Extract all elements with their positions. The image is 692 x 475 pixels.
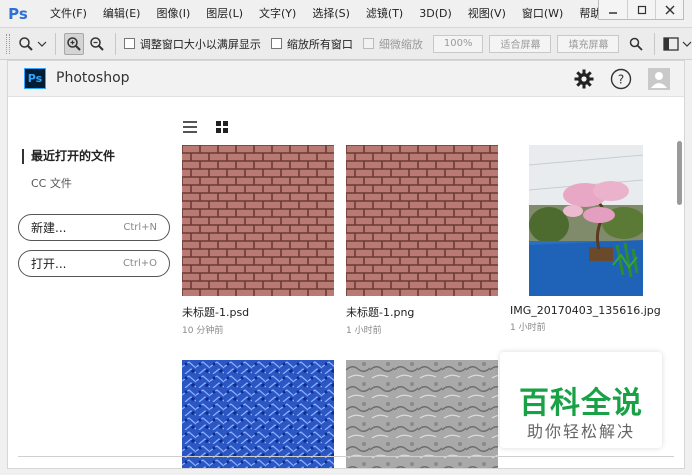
watermark-logo: 百科全说 助你轻松解决 — [500, 352, 662, 448]
checkbox-box[interactable] — [270, 38, 282, 49]
divider — [54, 32, 56, 55]
recent-file-card[interactable]: 未标题-1.png 1 小时前 — [346, 145, 498, 336]
file-name: IMG_20170403_135616.jpg — [510, 304, 661, 317]
menu-layer[interactable]: 图层(L) — [198, 0, 251, 28]
svg-text:?: ? — [618, 73, 624, 87]
stone-texture-image — [346, 360, 498, 468]
brick-texture-image — [346, 145, 498, 296]
app-name: Photoshop — [56, 70, 130, 86]
search-button[interactable] — [625, 33, 646, 55]
zoom-tool-icon — [19, 36, 33, 51]
file-thumbnail[interactable] — [346, 145, 498, 296]
file-thumbnail[interactable] — [346, 360, 498, 468]
recent-file-card[interactable]: IMG_20170403_135616.jpg 1 小时前 — [510, 145, 662, 333]
file-name: 未标题-1.png — [346, 306, 415, 319]
zoom-out-icon — [89, 36, 104, 51]
minimize-icon[interactable] — [599, 0, 627, 19]
window-controls — [598, 0, 684, 20]
menu-items: 文件(F) 编辑(E) 图像(I) 图层(L) 文字(Y) 选择(S) 滤镜(T… — [42, 0, 626, 28]
avatar-icon[interactable] — [647, 67, 671, 91]
workspace-switcher[interactable] — [663, 36, 692, 51]
options-bar: 调整窗口大小以满屏显示 缩放所有窗口 细微缩放 100% 适合屏幕 填充屏幕 — [0, 28, 692, 60]
recent-file-card[interactable] — [346, 360, 498, 468]
divider — [18, 456, 674, 457]
divider — [114, 32, 116, 55]
new-button-shortcut: Ctrl+N — [123, 222, 157, 233]
file-time: 1 小时前 — [510, 323, 546, 333]
menu-bar: Ps 文件(F) 编辑(E) 图像(I) 图层(L) 文字(Y) 选择(S) 滤… — [0, 0, 692, 28]
file-name: 未标题-1.psd — [182, 306, 250, 319]
zoom-all-windows-checkbox[interactable]: 缩放所有窗口 — [270, 36, 353, 52]
list-view-icon[interactable] — [182, 119, 198, 135]
scrollbar[interactable] — [677, 141, 682, 205]
checkbox-box[interactable] — [123, 38, 135, 49]
open-button-shortcut: Ctrl+O — [122, 258, 157, 269]
restore-icon[interactable] — [627, 0, 655, 19]
new-button[interactable]: 新建... Ctrl+N — [18, 214, 170, 241]
fill-screen-button[interactable]: 填充屏幕 — [557, 34, 620, 53]
zoom-tool-preset[interactable] — [18, 36, 47, 52]
sidebar-item-recent-files[interactable]: 最近打开的文件 — [22, 149, 115, 164]
menu-select[interactable]: 选择(S) — [304, 0, 358, 28]
recent-file-card[interactable] — [182, 360, 334, 468]
chevron-down-icon — [37, 41, 47, 47]
zoom-100-button[interactable]: 100% — [432, 34, 484, 53]
menu-type[interactable]: 文字(Y) — [251, 0, 304, 28]
photoshop-app-icon[interactable]: Ps — [6, 4, 30, 24]
menu-edit[interactable]: 编辑(E) — [95, 0, 149, 28]
recent-file-card[interactable]: 未标题-1.psd 10 分钟前 — [182, 145, 334, 336]
menu-filter[interactable]: 滤镜(T) — [358, 0, 411, 28]
zoom-in-icon — [67, 36, 81, 51]
blue-texture-image — [182, 360, 334, 468]
zoom-all-windows-label: 缩放所有窗口 — [286, 37, 353, 51]
scrubby-zoom-label: 细微缩放 — [378, 37, 423, 51]
watermark-subtitle: 助你轻松解决 — [526, 422, 635, 441]
start-header: Ps Photoshop ? — [8, 61, 684, 97]
close-icon[interactable] — [655, 0, 683, 19]
workspace-icon — [663, 36, 679, 51]
watermark-title: 百科全说 — [519, 386, 643, 421]
grid-view-icon[interactable] — [214, 119, 230, 135]
file-thumbnail[interactable] — [529, 145, 643, 296]
sidebar-item-cc-files[interactable]: CC 文件 — [31, 175, 72, 191]
zoom-out-button[interactable] — [86, 33, 107, 55]
checkbox-box[interactable] — [362, 38, 374, 49]
new-button-label: 新建... — [31, 221, 67, 235]
brick-texture-image — [182, 145, 334, 296]
bonsai-photo-image — [529, 145, 643, 296]
scrubby-zoom-checkbox[interactable]: 细微缩放 — [362, 36, 423, 52]
options-grip[interactable] — [6, 33, 10, 54]
zoom-in-button[interactable] — [63, 32, 85, 55]
menu-window[interactable]: 窗口(W) — [514, 0, 571, 28]
menu-image[interactable]: 图像(I) — [148, 0, 198, 28]
resize-windows-checkbox[interactable]: 调整窗口大小以满屏显示 — [123, 36, 261, 52]
photoshop-logo: Ps — [24, 68, 46, 89]
chevron-down-icon — [682, 41, 692, 47]
resize-windows-label: 调整窗口大小以满屏显示 — [139, 37, 261, 51]
file-thumbnail[interactable] — [182, 145, 334, 296]
open-button[interactable]: 打开... Ctrl+O — [18, 250, 170, 277]
menu-3d[interactable]: 3D(D) — [411, 0, 460, 28]
help-icon[interactable]: ? — [609, 67, 633, 91]
file-time: 10 分钟前 — [182, 326, 224, 336]
sidebar: 最近打开的文件 CC 文件 新建... Ctrl+N 打开... Ctrl+O — [8, 97, 178, 468]
file-time: 1 小时前 — [346, 326, 382, 336]
menu-view[interactable]: 视图(V) — [460, 0, 514, 28]
file-thumbnail[interactable] — [182, 360, 334, 468]
menu-file[interactable]: 文件(F) — [42, 0, 95, 28]
divider — [654, 32, 655, 55]
open-button-label: 打开... — [31, 257, 67, 271]
gear-icon[interactable] — [572, 67, 596, 91]
fit-screen-button[interactable]: 适合屏幕 — [489, 34, 552, 53]
search-icon — [629, 37, 643, 51]
